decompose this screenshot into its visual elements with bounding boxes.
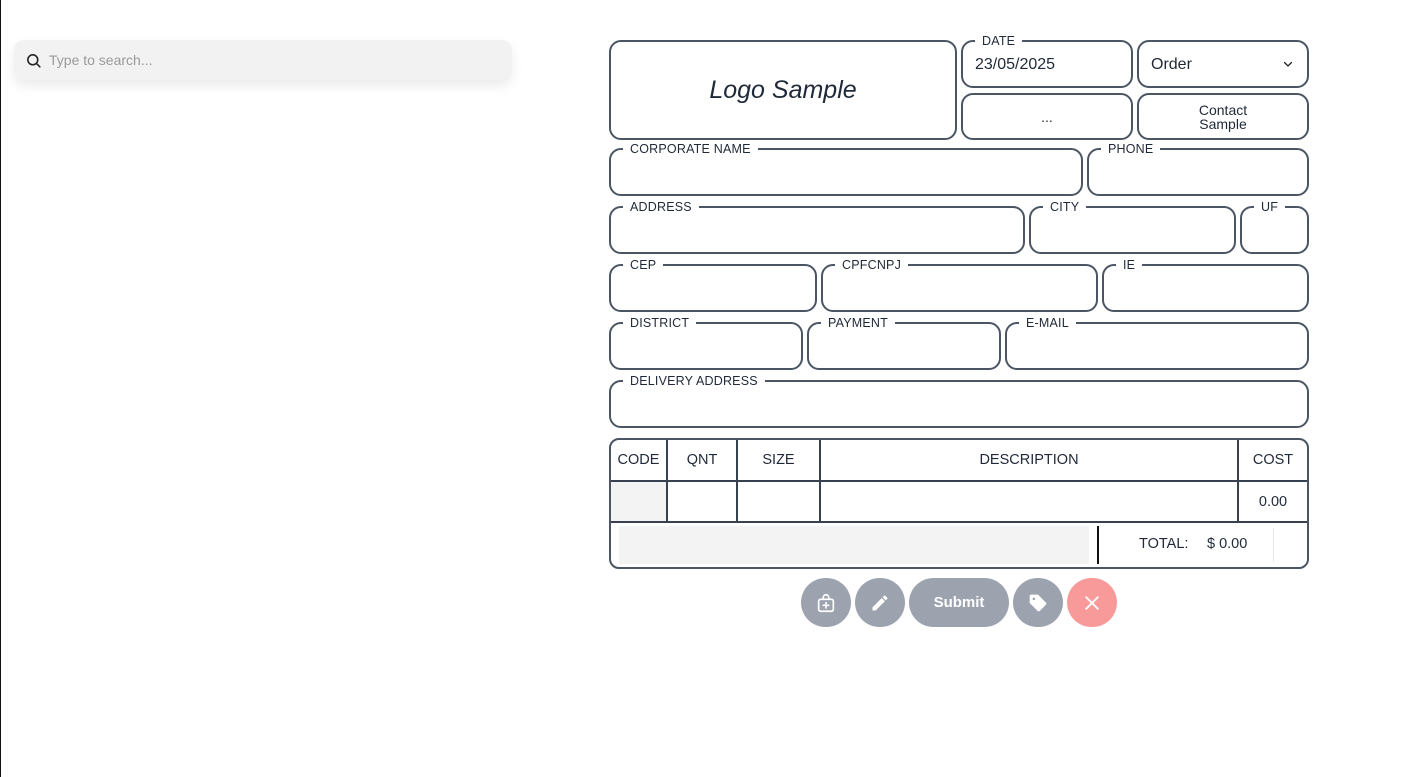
address-field[interactable]: ADDRESS (609, 199, 1025, 254)
cep-label: CEP (623, 257, 664, 273)
pencil-icon (872, 594, 888, 610)
notes-area[interactable] (619, 526, 1089, 564)
corporate-name-field[interactable]: CORPORATE NAME (609, 141, 1083, 196)
close-button[interactable] (1067, 578, 1117, 627)
close-icon (1085, 595, 1099, 610)
tag-icon (1029, 594, 1047, 611)
add-item-button[interactable] (801, 578, 851, 627)
header-qnt: QNT (686, 452, 718, 468)
delivery-address-field[interactable]: DELIVERY ADDRESS (609, 373, 1309, 428)
district-label: DISTRICT (623, 315, 697, 331)
phone-field[interactable]: PHONE (1087, 141, 1309, 196)
cell-cost: 0.00 (1258, 493, 1288, 510)
address-label: ADDRESS (623, 199, 699, 215)
chevron-down-icon (1283, 61, 1293, 67)
total-value: $ 0.00 (1207, 536, 1248, 552)
logo-text: Logo Sample (709, 76, 857, 104)
uf-field[interactable]: UF (1240, 199, 1309, 254)
header-cost: COST (1252, 452, 1294, 468)
search-icon (27, 53, 41, 68)
logo-box: Logo Sample (609, 40, 957, 140)
search-bar[interactable] (14, 40, 512, 80)
items-table: CODE QNT SIZE DESCRIPTION COST 0.00 TOTA… (609, 438, 1309, 569)
cpfcnpj-field[interactable]: CPFCNPJ (821, 257, 1098, 312)
phone-label: PHONE (1101, 141, 1161, 157)
order-type-value: Order (1151, 56, 1192, 73)
cell-qnt[interactable] (668, 482, 736, 521)
ellipsis-button[interactable]: ... (961, 93, 1133, 140)
contact-button-label: Contact Sample (1198, 101, 1248, 132)
submit-button[interactable]: Submit (909, 578, 1009, 627)
email-field[interactable]: E-MAIL (1005, 315, 1309, 370)
date-label: DATE (975, 33, 1023, 49)
total-label: TOTAL: (1139, 536, 1189, 552)
corporate-name-label: CORPORATE NAME (623, 141, 758, 157)
row-divider (611, 480, 1307, 482)
edit-button[interactable] (855, 578, 905, 627)
payment-field[interactable]: PAYMENT (807, 315, 1001, 370)
district-field[interactable]: DISTRICT (609, 315, 803, 370)
tag-button[interactable] (1013, 578, 1063, 627)
header-code: CODE (617, 452, 660, 468)
date-value[interactable]: 23/05/2025 (975, 56, 1055, 74)
cell-size[interactable] (738, 482, 819, 521)
email-label: E-MAIL (1019, 315, 1076, 331)
uf-label: UF (1254, 199, 1286, 215)
header-size: SIZE (762, 452, 795, 468)
row-divider (611, 521, 1307, 523)
cep-field[interactable]: CEP (609, 257, 817, 312)
search-input[interactable] (47, 51, 491, 69)
ie-field[interactable]: IE (1102, 257, 1309, 312)
cell-code[interactable] (611, 482, 666, 521)
footer-tick (1273, 528, 1274, 562)
add-bag-icon (817, 593, 835, 612)
payment-label: PAYMENT (821, 315, 895, 331)
window-edge (0, 0, 1, 777)
cell-description[interactable] (821, 482, 1237, 521)
ellipsis-button-label: ... (1041, 108, 1053, 125)
delivery-address-label: DELIVERY ADDRESS (623, 373, 765, 389)
contact-button[interactable]: Contact Sample (1137, 93, 1309, 140)
order-type-select[interactable]: Order (1137, 40, 1309, 88)
footer-divider (1097, 526, 1099, 564)
date-field[interactable]: DATE 23/05/2025 (961, 33, 1133, 88)
city-field[interactable]: CITY (1029, 199, 1236, 254)
ie-label: IE (1116, 257, 1143, 273)
cpfcnpj-label: CPFCNPJ (835, 257, 909, 273)
header-description: DESCRIPTION (979, 452, 1079, 468)
city-label: CITY (1043, 199, 1087, 215)
